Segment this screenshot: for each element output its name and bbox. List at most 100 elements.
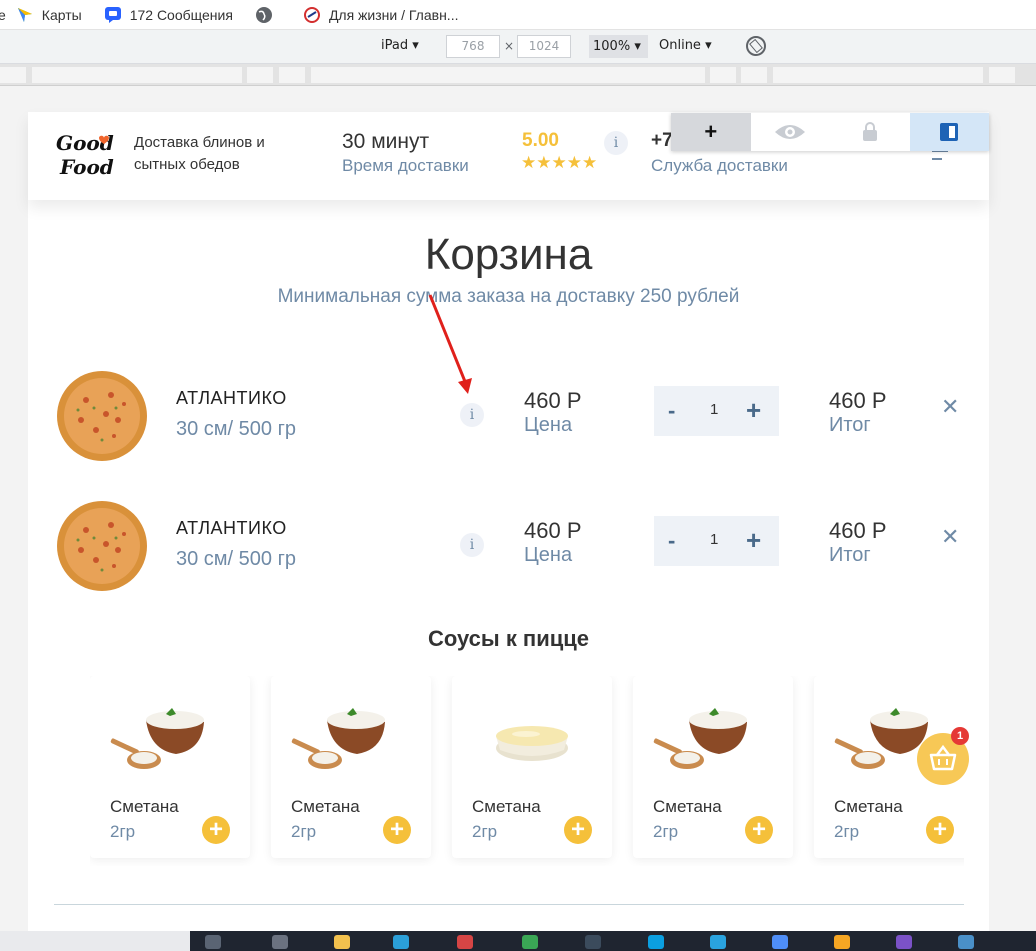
- media-query-segment[interactable]: [311, 67, 705, 83]
- sauce-weight: 2гр: [110, 822, 136, 841]
- width-input[interactable]: 768: [446, 35, 500, 58]
- eye-icon[interactable]: [751, 113, 831, 151]
- item-price: 460 Р: [524, 388, 582, 413]
- app-icon[interactable]: [834, 935, 850, 949]
- cart-count-badge: 1: [951, 727, 969, 745]
- device-select-label: iPad: [381, 38, 409, 53]
- viber-icon[interactable]: [896, 935, 912, 949]
- remove-item-button[interactable]: ✕: [941, 524, 959, 550]
- telegram-icon[interactable]: [710, 935, 726, 949]
- lock-icon[interactable]: [830, 113, 910, 151]
- item-info-icon[interactable]: i: [460, 533, 484, 557]
- sauce-card[interactable]: Сметана 2гр +: [271, 676, 431, 858]
- bookmark-label: 172 Сообщения: [129, 6, 233, 23]
- logo[interactable]: Good Food: [54, 126, 116, 182]
- media-query-segment[interactable]: [279, 67, 305, 83]
- add-sauce-button[interactable]: +: [926, 816, 954, 844]
- media-query-segment[interactable]: [773, 67, 983, 83]
- item-size: 30 см/ 500 гр: [176, 548, 297, 570]
- decrease-quantity-button[interactable]: -: [668, 528, 675, 554]
- section-divider: [54, 904, 964, 905]
- cart-item: АТЛАНТИКО 30 см/ 500 гр i 460 Р Цена - 1…: [28, 500, 989, 600]
- svg-text:Food: Food: [59, 155, 114, 179]
- device-select[interactable]: iPad ▾: [381, 38, 419, 53]
- increase-quantity-button[interactable]: +: [746, 395, 761, 426]
- contrast-icon[interactable]: [909, 113, 989, 151]
- bookmark-item-maps[interactable]: Карты: [16, 6, 82, 24]
- zoom-in-button[interactable]: +: [671, 113, 751, 151]
- browser-icon[interactable]: [457, 935, 473, 949]
- item-info-icon[interactable]: i: [460, 403, 484, 427]
- remove-item-button[interactable]: ✕: [941, 394, 959, 420]
- quantity-stepper: - 1 +: [654, 386, 779, 436]
- app-icon[interactable]: [272, 935, 288, 949]
- add-sauce-button[interactable]: +: [564, 816, 592, 844]
- zoom-select[interactable]: 100% ▾: [589, 35, 648, 58]
- task-view-icon[interactable]: [205, 935, 221, 949]
- page-title: Корзина: [424, 230, 593, 279]
- quantity-value: 1: [710, 401, 719, 418]
- sauce-card[interactable]: Сметана 2гр +: [452, 676, 612, 858]
- quantity-value: 1: [710, 531, 719, 548]
- sour-cream-bowl-image: [110, 708, 204, 769]
- media-query-segment[interactable]: [741, 67, 767, 83]
- sauce-card[interactable]: Сметана 2гр +: [633, 676, 793, 858]
- app-icon[interactable]: [958, 935, 974, 949]
- globe-icon: [255, 6, 272, 23]
- sour-cream-bowl-image: [291, 708, 385, 769]
- network-select[interactable]: Online ▾: [659, 38, 712, 53]
- item-price: 460 Р: [524, 518, 582, 543]
- annotation-arrow-icon: [428, 294, 472, 394]
- chevron-down-icon: ▾: [412, 38, 419, 53]
- item-total: 460 Р: [829, 388, 887, 413]
- bookmark-item-e[interactable]: е: [0, 7, 6, 23]
- browser-icon[interactable]: [393, 935, 409, 949]
- item-price-label: Цена: [524, 544, 573, 566]
- media-query-segment[interactable]: [989, 67, 1015, 83]
- rotate-icon[interactable]: [746, 36, 766, 56]
- decrease-quantity-button[interactable]: -: [668, 398, 675, 424]
- increase-quantity-button[interactable]: +: [746, 525, 761, 556]
- pizza-image: [57, 501, 147, 591]
- os-taskbar: [0, 931, 1036, 951]
- accessibility-toolbar: +: [671, 113, 989, 151]
- info-icon[interactable]: i: [604, 131, 628, 155]
- media-query-segment[interactable]: [710, 67, 736, 83]
- bookmark-item-site[interactable]: Для жизни / Главн...: [303, 6, 459, 24]
- add-sauce-button[interactable]: +: [745, 816, 773, 844]
- sauce-name: Сметана: [110, 797, 179, 816]
- item-size: 30 см/ 500 гр: [176, 418, 297, 440]
- bookmark-label: Для жизни / Главн...: [328, 6, 459, 23]
- media-query-segment[interactable]: [247, 67, 273, 83]
- quantity-stepper: - 1 +: [654, 516, 779, 566]
- media-query-segment[interactable]: [32, 67, 242, 83]
- bookmark-label: Карты: [41, 6, 82, 23]
- sauce-card[interactable]: Сметана 2гр +: [90, 676, 250, 858]
- rating-value: 5.00: [522, 130, 559, 151]
- app-icon[interactable]: [585, 935, 601, 949]
- menu-icon[interactable]: [932, 150, 948, 166]
- media-query-segment[interactable]: [0, 67, 26, 83]
- item-name: АТЛАНТИКО: [176, 518, 287, 538]
- min-order-note: Минимальная сумма заказа на доставку 250…: [277, 286, 740, 307]
- item-total-label: Итог: [829, 544, 871, 566]
- bookmark-item-messages[interactable]: 172 Сообщения: [104, 6, 233, 24]
- app-icon[interactable]: [772, 935, 788, 949]
- page-viewport: Good Food Доставка блинов и сытных обедо…: [0, 86, 1036, 931]
- zoom-label: 100%: [593, 39, 631, 54]
- cart-item: АТЛАНТИКО 30 см/ 500 гр i 460 Р Цена - 1…: [28, 370, 989, 470]
- taskbar-search-area[interactable]: [0, 931, 190, 951]
- sauce-name: Сметана: [291, 797, 360, 816]
- bookmark-item-globe[interactable]: [255, 6, 281, 24]
- site-icon: [303, 6, 320, 23]
- dimension-separator: ×: [504, 39, 515, 53]
- add-sauce-button[interactable]: +: [383, 816, 411, 844]
- app-icon[interactable]: [522, 935, 538, 949]
- sauce-dish-image: [496, 726, 568, 761]
- add-sauce-button[interactable]: +: [202, 816, 230, 844]
- folder-icon[interactable]: [334, 935, 350, 949]
- skype-icon[interactable]: [648, 935, 664, 949]
- height-input[interactable]: 1024: [517, 35, 571, 58]
- delivery-time-label: Время доставки: [342, 156, 469, 175]
- sauce-name: Сметана: [834, 797, 903, 816]
